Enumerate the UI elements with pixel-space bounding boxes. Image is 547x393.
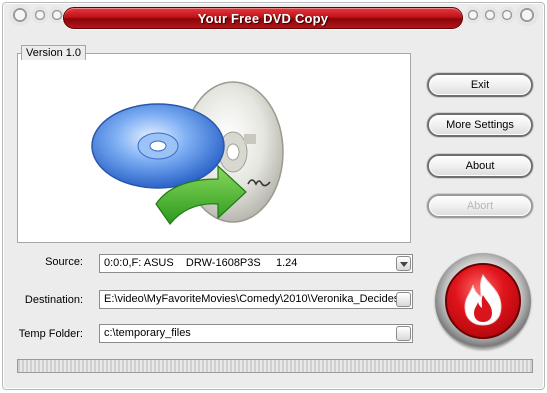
ornament-ring-icon <box>499 7 515 23</box>
window-title: Your Free DVD Copy <box>197 11 329 26</box>
ornament-ring-icon <box>516 4 538 26</box>
source-dropdown[interactable]: 0:0:0,F: ASUS DRW-1608P3S 1.24 <box>99 254 413 273</box>
source-label: Source: <box>45 256 83 268</box>
exit-button[interactable]: Exit <box>427 73 533 97</box>
title-ornament-left <box>9 4 65 26</box>
title-ornament-right <box>465 4 538 26</box>
app-window: Your Free DVD Copy Version 1.0 Exit More… <box>2 2 545 390</box>
ornament-ring-icon <box>482 7 498 23</box>
temp-folder-label: Temp Folder: <box>18 328 83 340</box>
about-button[interactable]: About <box>427 154 533 178</box>
version-label: Version 1.0 <box>21 45 87 60</box>
source-value: 0:0:0,F: ASUS DRW-1608P3S 1.24 <box>104 257 298 269</box>
burn-copy-button[interactable] <box>435 253 531 349</box>
browse-destination-button[interactable] <box>396 292 411 307</box>
destination-label: Destination: <box>24 294 83 306</box>
ornament-ring-icon <box>32 7 48 23</box>
browse-temp-button[interactable] <box>396 326 411 341</box>
flame-icon <box>464 273 502 326</box>
more-settings-button[interactable]: More Settings <box>427 113 533 137</box>
copy-progress-bar <box>17 359 533 373</box>
dvd-copy-illustration-icon <box>91 81 284 225</box>
ornament-ring-icon <box>465 7 481 23</box>
dropdown-arrow-button[interactable] <box>396 256 411 271</box>
abort-button[interactable]: Abort <box>427 194 533 218</box>
temp-folder-field[interactable]: c:\temporary_files <box>99 324 413 343</box>
chevron-down-icon <box>400 262 408 267</box>
title-bar[interactable]: Your Free DVD Copy <box>3 3 546 35</box>
version-groupbox <box>17 53 411 243</box>
destination-value: E:\video\MyFavoriteMovies\Comedy\2010\Ve… <box>104 293 406 305</box>
destination-field[interactable]: E:\video\MyFavoriteMovies\Comedy\2010\Ve… <box>99 290 413 309</box>
title-banner: Your Free DVD Copy <box>63 7 463 29</box>
temp-folder-value: c:\temporary_files <box>104 327 191 339</box>
ornament-ring-icon <box>9 4 31 26</box>
